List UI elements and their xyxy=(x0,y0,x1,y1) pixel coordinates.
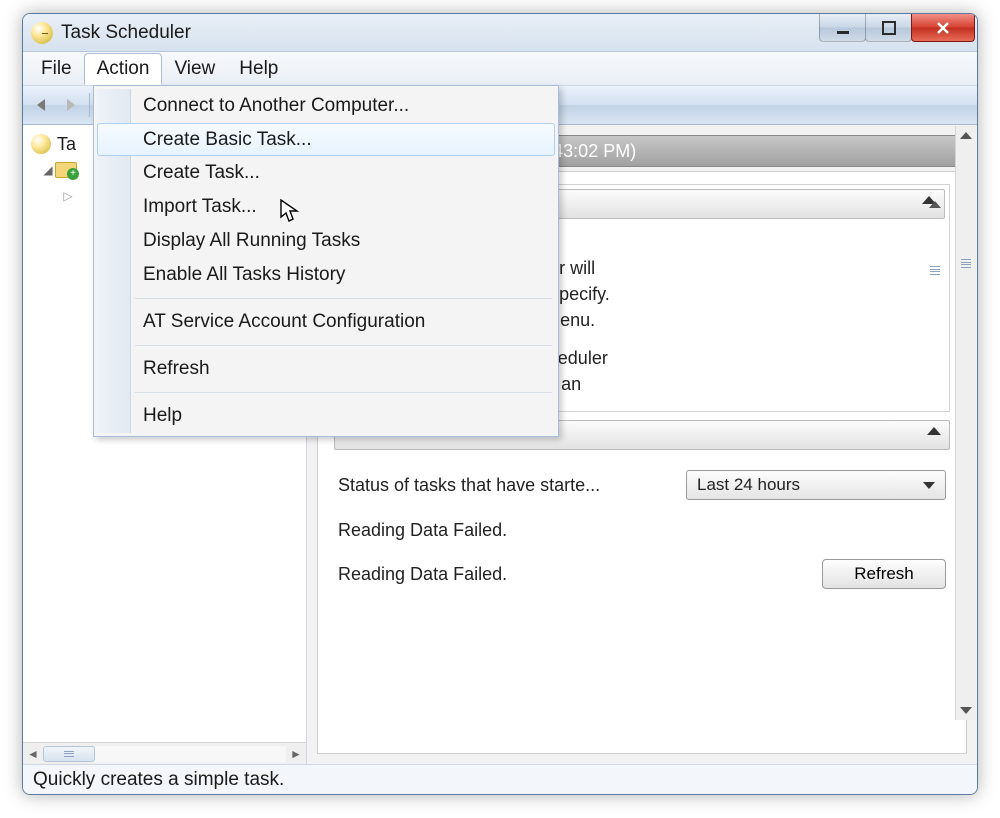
toolbar-separator xyxy=(89,93,90,117)
menu-view[interactable]: View xyxy=(162,54,227,84)
status-error-2: Reading Data Failed. xyxy=(338,564,507,585)
menu-help[interactable]: Help xyxy=(97,399,555,433)
menu-connect-computer[interactable]: Connect to Another Computer... xyxy=(97,89,555,123)
scroll-up-icon[interactable] xyxy=(960,132,972,139)
app-window: Task Scheduler File Action View Help xyxy=(22,13,978,795)
status-text: Quickly creates a simple task. xyxy=(33,769,284,791)
scroll-up-icon[interactable] xyxy=(929,201,941,208)
scroll-left-icon[interactable]: ◄ xyxy=(23,744,43,764)
scroll-grip[interactable] xyxy=(961,259,971,268)
chevron-down-icon xyxy=(923,482,935,489)
scroll-thumb[interactable] xyxy=(43,746,95,762)
action-dropdown-menu: Connect to Another Computer... Create Ba… xyxy=(93,85,559,437)
menu-create-task[interactable]: Create Task... xyxy=(97,156,555,190)
menu-import-task[interactable]: Import Task... xyxy=(97,190,555,224)
collapse-up-icon[interactable] xyxy=(927,427,941,435)
scroll-track[interactable] xyxy=(43,746,286,762)
menu-separator xyxy=(135,298,552,299)
refresh-button[interactable]: Refresh xyxy=(822,559,946,589)
forward-button[interactable] xyxy=(57,91,85,119)
dropdown-value: Last 24 hours xyxy=(697,475,800,495)
status-error-1: Reading Data Failed. xyxy=(338,520,946,541)
app-clock-icon xyxy=(31,22,53,44)
refresh-button-label: Refresh xyxy=(854,564,914,584)
menu-separator xyxy=(135,345,552,346)
menu-action[interactable]: Action xyxy=(84,53,163,85)
folder-plus-icon xyxy=(55,162,77,178)
status-range-dropdown[interactable]: Last 24 hours xyxy=(686,470,946,500)
minimize-button[interactable] xyxy=(819,14,866,42)
window-title: Task Scheduler xyxy=(61,22,191,44)
title-bar[interactable]: Task Scheduler xyxy=(23,14,977,52)
menu-bar: File Action View Help xyxy=(23,52,977,86)
scroll-grip[interactable] xyxy=(930,266,940,275)
task-status-label: Status of tasks that have starte... xyxy=(338,475,600,496)
maximize-button[interactable] xyxy=(865,14,912,42)
scroll-down-icon[interactable] xyxy=(960,707,972,714)
menu-enable-tasks-history[interactable]: Enable All Tasks History xyxy=(97,258,555,292)
menu-refresh[interactable]: Refresh xyxy=(97,352,555,386)
clock-icon xyxy=(31,134,51,154)
tree-root-label: Ta xyxy=(57,134,76,155)
menu-at-service-config[interactable]: AT Service Account Configuration xyxy=(97,305,555,339)
menu-display-running-tasks[interactable]: Display All Running Tasks xyxy=(97,224,555,258)
back-button[interactable] xyxy=(29,91,57,119)
menu-separator xyxy=(135,392,552,393)
tree-horizontal-scrollbar[interactable]: ◄ ► xyxy=(23,742,306,764)
tree-collapse-icon[interactable]: ◢ xyxy=(43,163,53,177)
client-vertical-scrollbar[interactable] xyxy=(955,126,976,720)
overview-scrollbar[interactable] xyxy=(925,201,945,442)
menu-create-basic-task[interactable]: Create Basic Task... xyxy=(97,123,555,156)
menu-file[interactable]: File xyxy=(29,54,84,84)
scroll-right-icon[interactable]: ► xyxy=(286,744,306,764)
tree-expand-icon[interactable]: ▷ xyxy=(63,189,73,203)
status-bar: Quickly creates a simple task. xyxy=(23,764,977,794)
close-button[interactable] xyxy=(911,14,975,42)
menu-help[interactable]: Help xyxy=(227,54,290,84)
